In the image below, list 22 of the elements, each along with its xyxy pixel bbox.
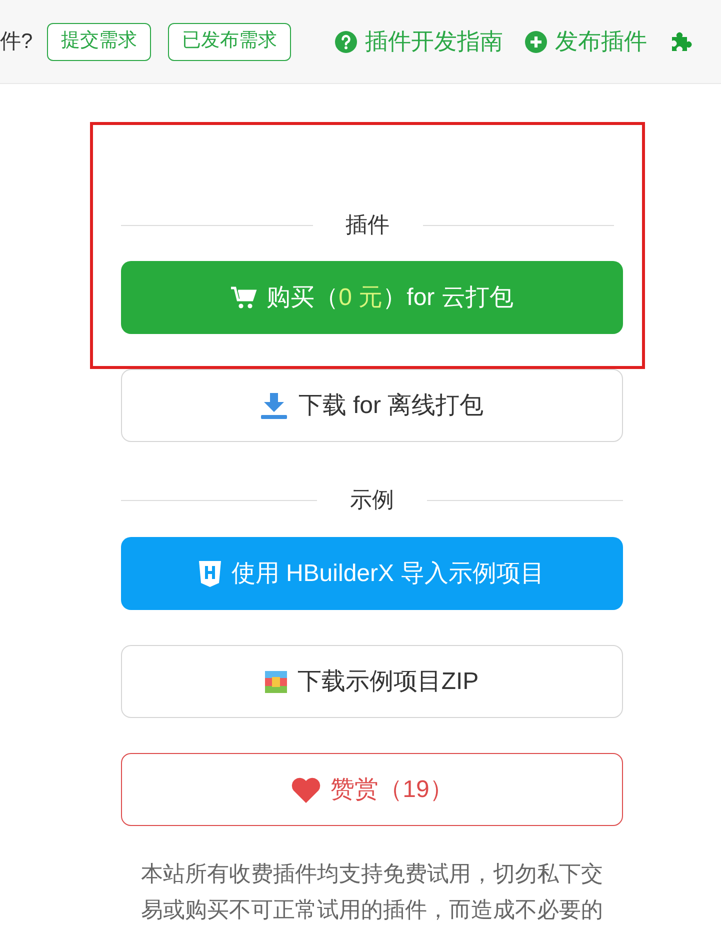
zip-download-button[interactable]: 下载示例项目ZIP (121, 645, 623, 718)
outline-button[interactable]: 提交需求 (47, 22, 151, 60)
reward-button[interactable]: 赞赏（19） (121, 753, 623, 826)
heart-icon (290, 776, 321, 802)
plus-circle-icon (525, 30, 547, 52)
download-button[interactable]: 下载 for 离线打包 (121, 369, 623, 442)
notice-text: 本站所有收费插件均支持免费试用，切勿私下交易或购买不可正常试用的插件，而造成不必要的 (140, 860, 604, 924)
section-divider-label: 示例 (349, 489, 395, 511)
download-icon (260, 392, 288, 418)
top-link[interactable]: 发布插件 (525, 24, 647, 59)
puzzle-icon (669, 30, 693, 54)
help-icon (335, 30, 357, 52)
import-button[interactable]: 使用 HBuilderX 导入示例项目 (121, 537, 623, 610)
html5-shield-icon (199, 560, 222, 586)
outline-button[interactable]: 已发布需求 (168, 22, 291, 60)
top-link[interactable] (669, 30, 693, 54)
prompt-text: 件? (0, 28, 34, 55)
section-divider-label: 插件 (344, 214, 390, 236)
cart-icon (230, 286, 257, 310)
buy-button[interactable]: 购买（0 元）for 云打包 (121, 261, 623, 334)
top-link[interactable]: 插件开发指南 (335, 24, 503, 59)
archive-icon (265, 670, 288, 692)
